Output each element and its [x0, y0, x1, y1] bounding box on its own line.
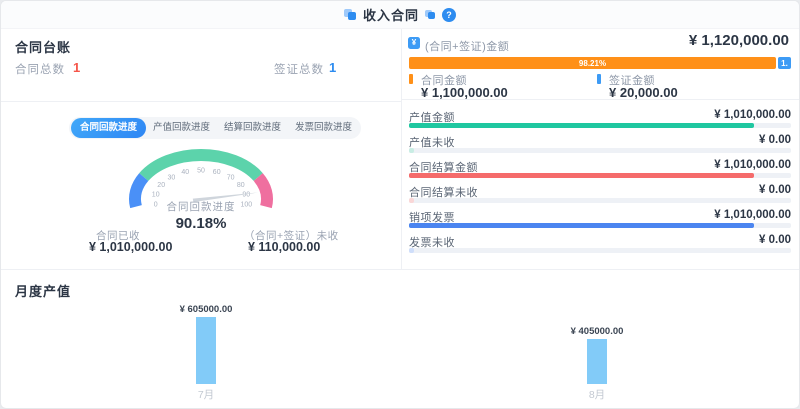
page-title: 收入合同	[363, 5, 419, 24]
progress-tabs: 合同回款进度产值回款进度结算回款进度发票回款进度	[69, 117, 361, 139]
metric-value: ¥ 0.00	[759, 134, 791, 146]
gauge-tick-label: 80	[237, 182, 245, 189]
legend-value: ¥ 20,000.00	[609, 85, 678, 100]
metric-row: 发票未收¥ 0.00	[409, 232, 791, 257]
bar-value-label: ¥ 405000.00	[571, 326, 624, 337]
contract-small-icon	[425, 9, 436, 20]
ledger-divider	[1, 101, 401, 102]
metric-bar-fill	[409, 123, 754, 128]
progress-tab[interactable]: 合同回款进度	[71, 118, 146, 138]
monthly-chart-title: 月度产值	[15, 281, 71, 300]
metric-bar-track	[409, 223, 791, 228]
metric-bar-fill	[409, 223, 754, 228]
gauge-tick-label: 60	[213, 169, 221, 176]
ledger-stat-value: 1	[73, 60, 80, 75]
received-value: ¥ 1,010,000.00	[89, 240, 172, 254]
help-icon[interactable]: ?	[442, 8, 456, 22]
metric-bar-fill	[409, 248, 414, 253]
metric-bar-track	[409, 248, 791, 253]
contract-icon	[344, 8, 357, 21]
gauge-tick-label: 70	[227, 174, 235, 181]
metric-bar-track	[409, 198, 791, 203]
legend-marker	[409, 74, 413, 84]
gauge-label: 合同回款进度	[101, 199, 301, 214]
bar	[196, 317, 216, 384]
summary-stacked-bar: 98.21%1.	[409, 57, 791, 69]
metric-row: 产值金额¥ 1,010,000.00	[409, 107, 791, 132]
metric-bar-fill	[409, 173, 754, 178]
gauge-tick-label: 20	[157, 182, 165, 189]
metric-value: ¥ 1,010,000.00	[714, 109, 791, 121]
summary-divider	[402, 99, 800, 100]
summary-bar-segment: 98.21%	[409, 57, 776, 69]
metric-value: ¥ 0.00	[759, 184, 791, 196]
section-divider	[1, 269, 800, 270]
bar-value-label: ¥ 605000.00	[180, 304, 233, 315]
amount-icon: ¥	[408, 37, 420, 49]
gauge-tick-label: 30	[168, 174, 176, 181]
metric-bar-track	[409, 173, 791, 178]
metric-value: ¥ 0.00	[759, 234, 791, 246]
legend-value: ¥ 1,100,000.00	[421, 85, 508, 100]
progress-tab[interactable]: 结算回款进度	[217, 117, 288, 139]
legend-marker	[597, 74, 601, 84]
ledger-stat-value: 1	[329, 60, 336, 75]
bar	[587, 339, 607, 384]
bar-month-label: 8月	[589, 387, 605, 400]
bar-group: ¥ 405000.00 8月	[537, 326, 657, 400]
metrics-list: 产值金额¥ 1,010,000.00产值未收¥ 0.00合同结算金额¥ 1,01…	[409, 107, 791, 257]
column-divider	[401, 29, 402, 269]
unreceived-value: ¥ 110,000.00	[248, 240, 320, 254]
progress-tab[interactable]: 产值回款进度	[146, 117, 217, 139]
progress-tab[interactable]: 发票回款进度	[288, 117, 359, 139]
summary-label: (合同+签证)金额	[425, 38, 509, 54]
gauge-tick-label: 50	[197, 168, 205, 175]
gauge-tick-label: 10	[152, 192, 160, 199]
metric-bar-track	[409, 123, 791, 128]
summary-bar-segment: 1.	[778, 57, 791, 69]
gauge-tick-label: 40	[181, 169, 189, 176]
gauge-tick-label: 90	[242, 192, 250, 199]
metric-bar-track	[409, 148, 791, 153]
visa-count-label: 签证总数	[274, 61, 324, 77]
bar-month-label: 7月	[198, 387, 214, 400]
summary-total: ¥ 1,120,000.00	[689, 32, 789, 49]
bar-group: ¥ 605000.00 7月	[146, 304, 266, 400]
metric-row: 产值未收¥ 0.00	[409, 132, 791, 157]
metric-value: ¥ 1,010,000.00	[714, 159, 791, 171]
contract-count-label: 合同总数	[15, 61, 65, 77]
ledger-title: 合同台账	[15, 37, 71, 56]
header: 收入合同 ?	[1, 1, 799, 29]
metric-bar-fill	[409, 148, 414, 153]
metric-value: ¥ 1,010,000.00	[714, 209, 791, 221]
metric-row: 合同结算金额¥ 1,010,000.00	[409, 157, 791, 182]
income-contract-dashboard: 收入合同 ? 合同台账 合同总数 1 签证总数 1 合同回款进度产值回款进度结算…	[0, 0, 800, 409]
metric-row: 合同结算未收¥ 0.00	[409, 182, 791, 207]
metric-bar-fill	[409, 198, 414, 203]
metric-row: 销项发票¥ 1,010,000.00	[409, 207, 791, 232]
